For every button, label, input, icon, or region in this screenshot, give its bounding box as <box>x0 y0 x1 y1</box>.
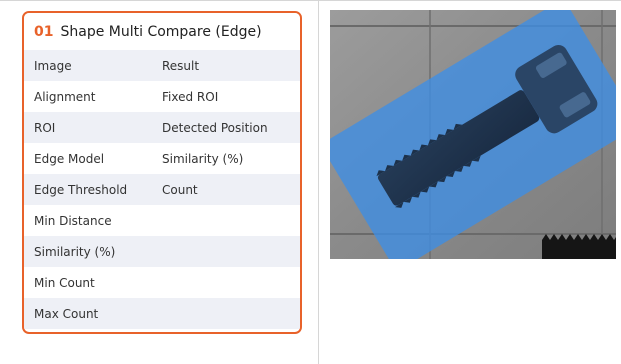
parameter-row[interactable]: Similarity (%) <box>24 236 300 267</box>
card-index: 01 <box>34 23 54 40</box>
parameter-row[interactable]: Min Distance <box>24 205 300 236</box>
parameter-row[interactable]: Edge Model Similarity (%) <box>24 143 300 174</box>
input-label: Similarity (%) <box>34 244 116 259</box>
parameter-row[interactable]: Image Result <box>24 50 300 81</box>
input-label: ROI <box>34 120 56 135</box>
top-divider <box>0 0 621 1</box>
inspection-image <box>330 10 616 259</box>
tool-card[interactable]: 01 Shape Multi Compare (Edge) Image Resu… <box>22 11 302 334</box>
output-label: Count <box>162 182 198 197</box>
input-label: Min Distance <box>34 213 112 228</box>
parameter-row[interactable]: Max Count <box>24 298 300 329</box>
parameter-row[interactable]: Min Count <box>24 267 300 298</box>
output-label: Fixed ROI <box>162 89 219 104</box>
image-viewer[interactable] <box>330 10 616 259</box>
input-label: Image <box>34 58 72 73</box>
card-title: Shape Multi Compare (Edge) <box>60 23 262 40</box>
page: 01 Shape Multi Compare (Edge) Image Resu… <box>0 0 621 364</box>
input-label: Alignment <box>34 89 96 104</box>
input-label: Min Count <box>34 275 95 290</box>
output-label: Detected Position <box>162 120 268 135</box>
input-label: Edge Model <box>34 151 105 166</box>
parameter-row[interactable]: Alignment Fixed ROI <box>24 81 300 112</box>
output-label: Result <box>162 58 200 73</box>
input-label: Edge Threshold <box>34 182 128 197</box>
parameter-row[interactable]: Edge Threshold Count <box>24 174 300 205</box>
output-label: Similarity (%) <box>162 151 244 166</box>
vertical-divider <box>318 0 319 364</box>
parameter-list: Image Result Alignment Fixed ROI ROI Det… <box>24 50 300 329</box>
parameter-row[interactable]: ROI Detected Position <box>24 112 300 143</box>
input-label: Max Count <box>34 306 99 321</box>
card-header: 01 Shape Multi Compare (Edge) <box>24 13 300 50</box>
